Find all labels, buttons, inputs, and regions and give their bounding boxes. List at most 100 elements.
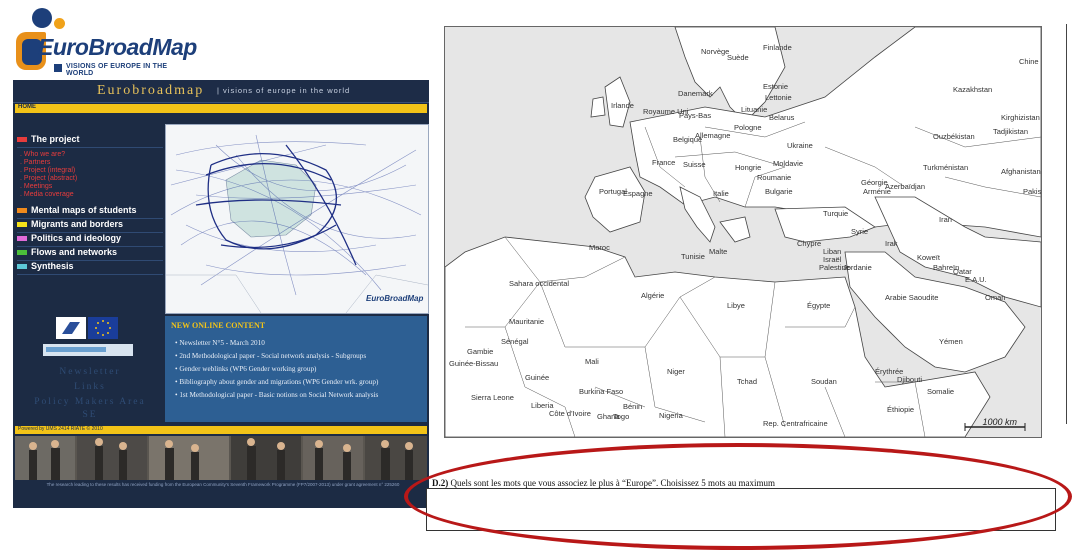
- news-item[interactable]: • 1st Methodological paper - Basic notio…: [175, 391, 378, 399]
- map-label: Afghanistan: [1001, 167, 1041, 176]
- photo-strip-graphic: [15, 436, 427, 480]
- news-item[interactable]: • Gender weblinks (WP6 Gender working gr…: [175, 365, 316, 373]
- map-label: Roumanie: [757, 173, 792, 182]
- map-label: Côte d'Ivoire: [549, 409, 591, 418]
- news-item[interactable]: • Bibliography about gender and migratio…: [175, 378, 378, 386]
- news-item-text: Newsletter N°5 - March 2010: [179, 339, 265, 347]
- news-title: NEW ONLINE CONTENT: [171, 321, 266, 330]
- nav-label: Synthesis: [31, 261, 74, 271]
- site-subtitle: | visions of europe in the world: [217, 86, 351, 95]
- map-label: Djibouti: [897, 375, 923, 384]
- nav-label: Migrants and borders: [31, 219, 124, 229]
- map-label: Rep. Centrafricaine: [763, 419, 828, 428]
- map-label: Turkménistan: [923, 163, 969, 172]
- swatch-icon: [17, 249, 27, 255]
- links-link[interactable]: Links: [15, 382, 165, 392]
- nav-item-politics[interactable]: Politics and ideology: [17, 233, 163, 247]
- nav-sub-who[interactable]: . Who we are?: [20, 151, 65, 159]
- nav-sub-abstract[interactable]: . Project (abstract): [20, 175, 77, 183]
- map-label: Égypte: [807, 301, 831, 310]
- map-label: Burkina Faso: [579, 387, 624, 396]
- nav-item-flows[interactable]: Flows and networks: [17, 247, 163, 261]
- map-label: Danemark: [678, 89, 713, 98]
- map-label: Syrie: [851, 227, 869, 236]
- map-label: Sénégal: [501, 337, 529, 346]
- nav-sub-media[interactable]: . Media coverage: [20, 191, 74, 199]
- map-label: Libye: [727, 301, 745, 310]
- map-label: Guinée: [525, 373, 550, 382]
- logo-small-dot-icon: [54, 18, 65, 29]
- map-label: Tunisie: [681, 252, 705, 261]
- europe-map: Norvège Suède Finlande Danemark Estonie …: [444, 26, 1042, 438]
- map-label: Koweït: [917, 253, 940, 262]
- map-label: Irak: [885, 239, 898, 248]
- map-label: Tchad: [737, 377, 758, 386]
- map-label: Sahara occidental: [509, 279, 570, 288]
- map-label: Géorgie: [861, 178, 888, 187]
- map-label: E.A.U.: [965, 275, 987, 284]
- news-item-text: 1st Methodological paper - Basic notions…: [179, 391, 379, 399]
- site-nav: The project . Who we are? . Partners . P…: [15, 132, 165, 332]
- photo-strip: [15, 436, 427, 480]
- flows-map-graphic: EuroBroadMap: [166, 125, 428, 313]
- map-label: Azerbaïdjan: [885, 182, 926, 191]
- map-label: Niger: [667, 367, 685, 376]
- map-label: France: [652, 158, 676, 167]
- nav-label: Mental maps of students: [31, 205, 137, 215]
- map-label: Chypre: [797, 239, 822, 248]
- nav-label: Flows and networks: [31, 247, 118, 257]
- swatch-icon: [17, 263, 27, 269]
- map-label: Oman: [985, 293, 1006, 302]
- map-label: Nigeria: [659, 411, 683, 420]
- map-label: Allemagne: [695, 131, 731, 140]
- logo-dot-icon: [32, 8, 52, 28]
- map-label: Maroc: [589, 243, 610, 252]
- map-label: Turquie: [823, 209, 849, 218]
- news-item[interactable]: • Newsletter N°5 - March 2010: [175, 339, 265, 347]
- se-link[interactable]: SE: [15, 410, 165, 420]
- nav-sub-partners[interactable]: . Partners: [20, 159, 50, 167]
- policy-makers-link[interactable]: Policy Makers Area: [15, 397, 165, 407]
- nav-item-project[interactable]: The project: [17, 134, 163, 148]
- news-item-text: 2nd Methodological paper - Social networ…: [179, 352, 367, 360]
- map-label: Arabie Saoudite: [885, 293, 939, 302]
- page-edge-line: [1066, 24, 1067, 424]
- map-logo: EuroBroadMap: [366, 294, 423, 303]
- home-link[interactable]: HOME: [18, 104, 36, 110]
- nav-sub-meetings[interactable]: . Meetings: [20, 183, 52, 191]
- partner-logos-graphic: [43, 317, 133, 356]
- map-label: Éthiopie: [887, 405, 915, 414]
- map-label: Moldavie: [773, 159, 804, 168]
- map-label: Gambie: [467, 347, 494, 356]
- nav-sub-integral[interactable]: . Project (integral): [20, 167, 75, 175]
- nav-label: Politics and ideology: [31, 233, 122, 243]
- partner-logos: [38, 314, 138, 360]
- map-label: Tadjikistan: [993, 127, 1029, 136]
- website-screenshot: Eurobroadmap | visions of europe in the …: [13, 80, 429, 508]
- nav-item-migrants[interactable]: Migrants and borders: [17, 219, 163, 233]
- funding-credit: The research leading to these results ha…: [46, 482, 400, 487]
- map-label: Sierra Leone: [471, 393, 514, 402]
- map-label: Ouzbékistan: [933, 132, 975, 141]
- map-label: Somalie: [927, 387, 955, 396]
- map-label: Lituanie: [741, 105, 768, 114]
- news-item[interactable]: • 2nd Methodological paper - Social netw…: [175, 352, 366, 360]
- map-label: Suède: [727, 53, 749, 62]
- map-label: Bénin: [623, 402, 643, 411]
- flows-map-image: EuroBroadMap: [165, 124, 429, 314]
- map-label: Chine: [1019, 57, 1039, 66]
- news-item-text: Gender weblinks (WP6 Gender working grou…: [179, 365, 317, 373]
- eurobroadmap-logo: EuroBroadMap VISIONS OF EUROPE IN THE WO…: [14, 6, 197, 77]
- nav-item-synthesis[interactable]: Synthesis: [17, 261, 163, 275]
- home-bar: [15, 104, 427, 113]
- map-label: Kirghizistan: [1001, 113, 1040, 122]
- newsletter-link[interactable]: Newsletter: [15, 367, 165, 377]
- nav-label: The project: [31, 134, 80, 144]
- logo-wordmark: EuroBroadMap: [38, 34, 197, 60]
- site-title: Eurobroadmap: [97, 83, 205, 98]
- map-label: Guinée-Bissau: [449, 359, 499, 368]
- nav-item-mental-maps[interactable]: Mental maps of students: [17, 205, 163, 219]
- swatch-icon: [17, 221, 27, 227]
- map-label: Suisse: [683, 160, 706, 169]
- map-label: Estonie: [763, 82, 789, 91]
